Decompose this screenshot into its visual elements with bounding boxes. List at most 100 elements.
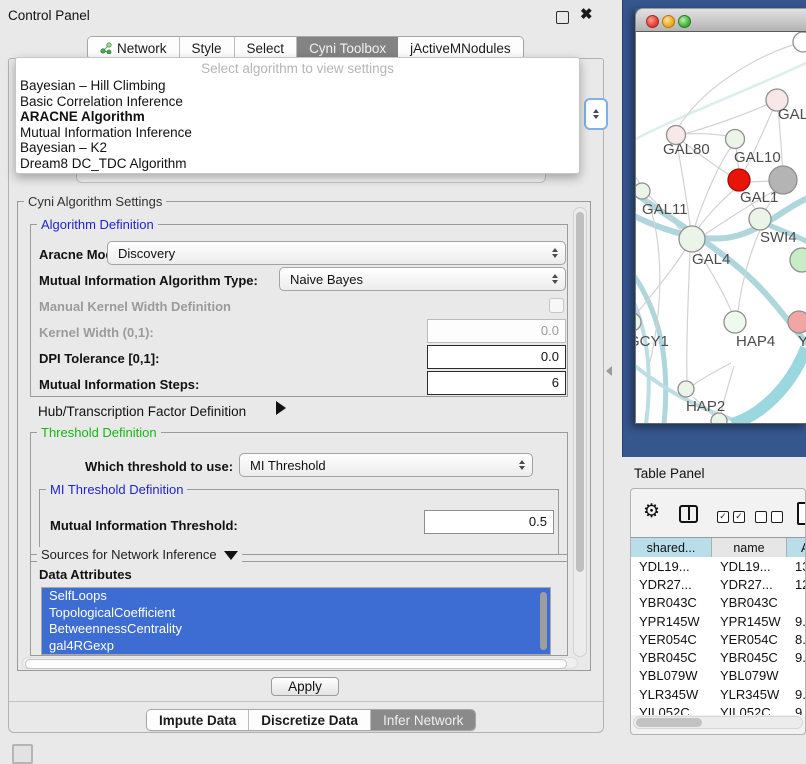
- tab-network-label: Network: [117, 41, 167, 56]
- network-graph: [636, 32, 806, 424]
- data-attributes-label: Data Attributes: [39, 567, 132, 582]
- network-canvas[interactable]: GAL GAL80 GAL10 GAL11 GAL1 SWI4 GAL4 GCY…: [635, 32, 806, 424]
- column-header-partial[interactable]: A: [787, 538, 806, 558]
- settings-vscroll-thumb[interactable]: [576, 212, 584, 572]
- tab-style[interactable]: Style: [180, 37, 235, 59]
- node-hap2: [678, 381, 694, 397]
- mi-type-label: Mutual Information Algorithm Type:: [39, 273, 258, 288]
- new-table-icon[interactable]: [797, 502, 806, 525]
- column-header-shared-name[interactable]: shared...: [631, 538, 712, 558]
- tab-network[interactable]: Network: [88, 37, 180, 59]
- tab-discretize-data[interactable]: Discretize Data: [249, 710, 371, 730]
- settings-hscrollbar[interactable]: [22, 657, 578, 669]
- network-desktop: GAL GAL80 GAL10 GAL11 GAL1 SWI4 GAL4 GCY…: [622, 0, 806, 457]
- network-window[interactable]: GAL GAL80 GAL10 GAL11 GAL1 SWI4 GAL4 GCY…: [635, 8, 806, 424]
- table-row[interactable]: YDL19... YDL19... 13: [631, 557, 806, 575]
- dpi-tolerance-field[interactable]: 0.0: [427, 345, 566, 369]
- network-icon: [100, 42, 112, 54]
- columns-icon[interactable]: [679, 505, 698, 523]
- node-label: GAL11: [642, 201, 688, 218]
- table-panel: Table Panel ⚙ ✓✓ shared... name A YDL19.…: [622, 457, 806, 762]
- table-hscroll-thumb[interactable]: [636, 718, 702, 727]
- node-hap4: [724, 311, 746, 333]
- settings-vscrollbar[interactable]: [573, 207, 587, 657]
- table-row[interactable]: YPR145W YPR145W 9.: [631, 612, 806, 630]
- algorithm-definition-title: Algorithm Definition: [37, 217, 158, 232]
- aracne-mode-combo[interactable]: Discovery: [107, 241, 566, 265]
- node-right-green: [790, 248, 806, 272]
- list-vscroll-thumb[interactable]: [540, 592, 547, 650]
- threshold-definition-title: Threshold Definition: [37, 425, 161, 440]
- table-hscrollbar[interactable]: [633, 716, 803, 729]
- close-icon[interactable]: ✖: [580, 5, 593, 23]
- mi-steps-field[interactable]: 6: [427, 371, 566, 395]
- node-label: GAL: [778, 106, 806, 123]
- focused-combo-end[interactable]: [584, 98, 608, 130]
- mi-threshold-label: Mutual Information Threshold:: [50, 518, 238, 533]
- table-row[interactable]: YDR27... YDR27... 12: [631, 575, 806, 593]
- float-icon[interactable]: [556, 11, 569, 24]
- list-item[interactable]: BetweennessCentrality: [42, 621, 550, 638]
- dropdown-item-selected[interactable]: ARACNE Algorithm: [16, 109, 579, 125]
- mi-type-combo[interactable]: Naive Bayes: [279, 267, 566, 291]
- dropdown-item[interactable]: Bayesian – K2: [16, 140, 579, 156]
- minimized-panel-icon[interactable]: [12, 744, 33, 764]
- node-right-pink: [788, 311, 806, 333]
- which-threshold-label: Which threshold to use:: [85, 459, 233, 474]
- cyni-algorithm-settings-group: Cyni Algorithm Settings Algorithm Defini…: [17, 201, 591, 671]
- manual-kernel-checkbox[interactable]: [549, 298, 564, 313]
- gear-icon[interactable]: ⚙: [643, 500, 660, 523]
- tab-cyni-toolbox[interactable]: Cyni Toolbox: [297, 37, 398, 59]
- node-label: GCY1: [635, 333, 669, 350]
- kernel-width-field[interactable]: 0.0: [427, 319, 566, 343]
- minimize-traffic-light[interactable]: [662, 15, 675, 28]
- mi-threshold-field[interactable]: 0.5: [424, 510, 554, 534]
- dropdown-item[interactable]: Bayesian – Hill Climbing: [16, 78, 579, 94]
- table-row[interactable]: YIL052C YIL052C 9: [631, 703, 806, 715]
- table-row[interactable]: YBR045C YBR045C 9.: [631, 648, 806, 666]
- list-item[interactable]: TopologicalCoefficient: [42, 605, 550, 622]
- settings-hscroll-thumb[interactable]: [25, 659, 567, 669]
- dropdown-item[interactable]: Dream8 DC_TDC Algorithm: [16, 156, 579, 172]
- list-item[interactable]: gal4RGexp: [42, 638, 550, 655]
- collapse-down-icon[interactable]: [224, 551, 238, 560]
- select-all-icon[interactable]: ✓✓: [717, 511, 745, 523]
- which-threshold-combo[interactable]: MI Threshold: [239, 453, 533, 477]
- panel-collapse-icon[interactable]: [606, 366, 612, 376]
- hub-section-label[interactable]: Hub/Transcription Factor Definition: [38, 404, 246, 419]
- panel-divider: [9, 701, 603, 702]
- stepper-icon: [519, 460, 525, 470]
- table-row[interactable]: YBL079W YBL079W: [631, 667, 806, 685]
- node-gal1: [749, 208, 771, 230]
- tab-select[interactable]: Select: [235, 37, 298, 59]
- column-header-name[interactable]: name: [712, 538, 787, 558]
- sources-title[interactable]: Sources for Network Inference: [37, 547, 242, 562]
- tab-impute-data[interactable]: Impute Data: [147, 710, 249, 730]
- stepper-icon: [552, 274, 558, 284]
- expand-right-icon[interactable]: [276, 401, 286, 415]
- stepper-icon: [552, 248, 558, 258]
- apply-button[interactable]: Apply: [271, 677, 339, 696]
- manual-kernel-label: Manual Kernel Width Definition: [39, 299, 231, 314]
- dropdown-item[interactable]: Basic Correlation Inference: [16, 94, 579, 110]
- node-label: GAL4: [692, 251, 730, 268]
- close-traffic-light[interactable]: [646, 15, 659, 28]
- network-window-titlebar[interactable]: [635, 8, 806, 32]
- dropdown-prompt: Select algorithm to view settings: [16, 58, 579, 78]
- node-label: GAL1: [740, 189, 778, 206]
- tab-jactivemnodules[interactable]: jActiveMNodules: [398, 37, 523, 59]
- data-attributes-list[interactable]: SelfLoops TopologicalCoefficient Between…: [41, 587, 551, 655]
- list-item[interactable]: SelfLoops: [42, 588, 550, 605]
- node-gal10: [726, 130, 745, 149]
- table-row[interactable]: YBR043C YBR043C: [631, 594, 806, 612]
- deselect-all-icon[interactable]: [755, 511, 783, 523]
- tab-infer-network[interactable]: Infer Network: [371, 710, 475, 730]
- node-label: HAP4: [736, 333, 775, 350]
- dropdown-item[interactable]: Mutual Information Inference: [16, 125, 579, 141]
- table-row[interactable]: YER054C YER054C 8.: [631, 630, 806, 648]
- zoom-traffic-light[interactable]: [678, 15, 691, 28]
- table-rows: YDL19... YDL19... 13 YDR27... YDR27... 1…: [631, 557, 806, 715]
- mi-threshold-definition-group: MI Threshold Definition Mutual Informati…: [39, 489, 559, 555]
- algorithm-dropdown-popup: Select algorithm to view settings Bayesi…: [15, 57, 580, 174]
- table-row[interactable]: YLR345W YLR345W 9.: [631, 685, 806, 703]
